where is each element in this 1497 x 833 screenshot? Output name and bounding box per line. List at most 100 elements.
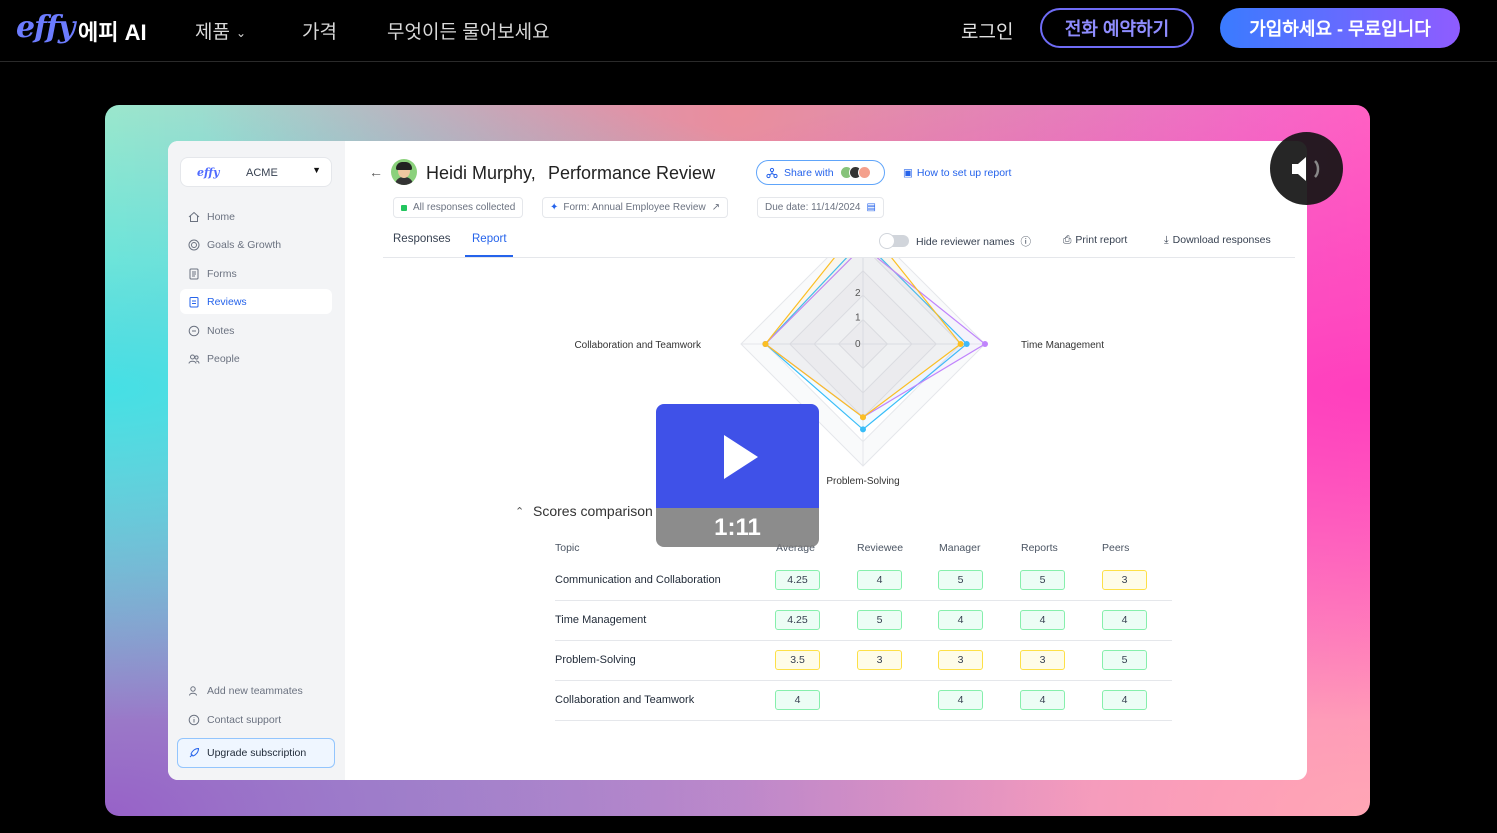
hide-names-label: Hide reviewer names [916,236,1015,248]
share-with-button[interactable]: Share with [756,160,885,185]
radar-point [860,414,866,421]
score-badge: 4 [938,610,983,630]
brand-name[interactable]: 에피 AI [78,15,147,47]
person-name: Heidi Murphy, [426,163,536,183]
form-chip[interactable]: ✦ Form: Annual Employee Review ↗ [542,197,729,218]
score-badge: 3 [938,650,983,670]
table-row: Problem-Solving 3.5 3 3 3 5 [555,641,1172,681]
report-tabs: Responses Report Hide reviewer names ⓘ ⎙… [383,225,1295,258]
video-duration: 1:11 [656,508,819,547]
video-frame[interactable]: effy ACME ▼ Home Goals & Growth Forms Re… [105,105,1370,816]
chat-icon [188,325,200,336]
sidebar-item-reviews[interactable]: Reviews [180,289,332,314]
tab-underline [465,255,513,257]
score-badge: 3 [1102,570,1147,590]
score-badge: 4 [1102,610,1147,630]
chevron-down-icon: ⌄ [235,25,247,40]
score-badge: 5 [1020,570,1065,590]
sidebar-item-label: People [207,352,240,365]
scores-comparison-title[interactable]: Scores comparison [533,503,653,519]
radar-point [982,341,988,347]
avatar [391,159,417,185]
org-name: ACME [246,167,278,179]
score-badge: 5 [938,570,983,590]
sidebar-item-label: Reviews [207,295,247,308]
login-link[interactable]: 로그인 [961,17,1013,44]
sidebar-item-goals[interactable]: Goals & Growth [180,232,332,257]
download-icon: ⤓ [1164,234,1169,246]
radar-tick-label: 2 [855,288,861,299]
due-date-chip[interactable]: Due date: 11/14/2024 ▤ [757,197,884,218]
score-badge: 4 [1020,690,1065,710]
score-badge: 5 [1102,650,1147,670]
page-title: Performance Review [548,163,716,183]
score-badge: 4.25 [775,570,820,590]
column-header: Reviewee [857,542,904,554]
table-row: Time Management 4.25 5 4 4 4 [555,601,1172,641]
reviewer-avatars [839,166,871,179]
topic-label: Collaboration and Teamwork [555,694,695,706]
people-icon [188,354,200,364]
download-responses-button[interactable]: ⤓ Download responses [1164,234,1271,247]
top-navigation: effy 에피 AI 제품 ⌄ 가격 무엇이든 물어보세요 로그인 전화 예약하기… [0,0,1497,62]
sidebar-item-label: Home [207,210,236,223]
caret-down-icon: ▼ [312,165,321,175]
tab-responses[interactable]: Responses [393,233,451,245]
score-badge: 4 [938,690,983,710]
info-icon: ⓘ [1020,236,1032,248]
target-icon [188,239,200,250]
responses-status-label: All responses collected [413,202,516,213]
sidebar-item-home[interactable]: Home [180,204,332,229]
info-icon [188,714,200,725]
tab-report[interactable]: Report [472,233,507,245]
sidebar-item-label: Goals & Growth [207,238,282,251]
due-date-label: Due date: 11/14/2024 [765,202,861,213]
radar-axis-label: Collaboration and Teamwork [574,340,702,351]
responses-status-chip: All responses collected [393,197,524,218]
sidebar-item-label: Add new teammates [207,684,303,697]
chevron-up-icon[interactable]: ⌃ [515,505,524,518]
radar-point [762,341,769,347]
play-video-button[interactable]: 1:11 [656,404,819,547]
nav-pricing[interactable]: 가격 [302,17,337,44]
hide-names-toggle[interactable] [879,233,909,249]
status-dot-icon [401,204,407,211]
download-label: Download responses [1172,234,1271,246]
score-badge: 4 [1020,610,1065,630]
hide-reviewer-names-label: Hide reviewer names ⓘ [916,234,1031,249]
topic-label: Communication and Collaboration [555,574,721,586]
topic-label: Problem-Solving [555,654,636,666]
column-header: Topic [555,542,580,554]
print-report-button[interactable]: ⎙ Print report [1063,234,1127,247]
nav-ask-anything[interactable]: 무엇이든 물어보세요 [387,17,550,44]
radar-point [860,426,866,433]
sidebar-item-people[interactable]: People [180,346,332,371]
sidebar-item-add-teammates[interactable]: Add new teammates [180,678,332,703]
external-link-icon: ↗ [711,202,721,213]
review-icon [189,296,199,307]
share-with-label: Share with [784,166,834,179]
column-header: Reports [1021,542,1058,554]
printer-icon: ⎙ [1063,234,1072,246]
how-to-setup-link[interactable]: ▣ How to set up report [903,167,1011,179]
back-arrow-icon[interactable]: ← [369,164,383,180]
score-badge: 3 [1020,650,1065,670]
mute-button[interactable] [1270,132,1343,205]
nav-products[interactable]: 제품 ⌄ [195,17,246,44]
book-call-button[interactable]: 전화 예약하기 [1040,8,1194,48]
sidebar-item-contact-support[interactable]: Contact support [180,707,332,732]
score-badge: 4.25 [775,610,820,630]
org-switcher[interactable]: effy ACME ▼ [180,157,332,187]
sidebar-item-notes[interactable]: Notes [180,318,332,343]
upgrade-subscription-button[interactable]: Upgrade subscription [177,738,335,768]
sidebar-item-forms[interactable]: Forms [180,261,332,286]
play-button-background [656,404,819,508]
book-icon: ▣ [903,167,913,179]
home-icon [188,211,200,222]
add-user-icon [189,685,197,696]
nav-products-label: 제품 [195,22,230,43]
table-row: Communication and Collaboration 4.25 4 5 5 3 [555,561,1172,601]
avatar [857,166,871,179]
effy-logo[interactable]: effy [16,10,75,45]
signup-button[interactable]: 가입하세요 - 무료입니다 [1220,8,1460,48]
